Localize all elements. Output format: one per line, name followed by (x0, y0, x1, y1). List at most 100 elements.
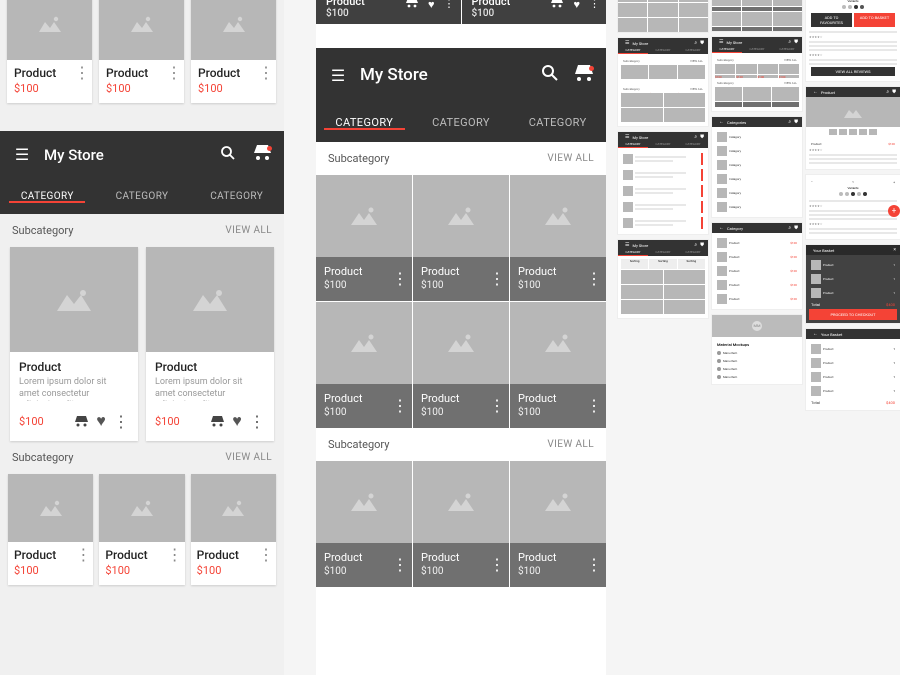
category-tab[interactable]: CATEGORY (413, 116, 510, 129)
image-placeholder-icon (10, 247, 138, 352)
mini-review-list[interactable]: ☰My Store⌕⛊ CATEGORYCATEGORYCATEGORY (618, 132, 708, 234)
product-price: $100 (105, 564, 178, 577)
more-options-icon[interactable]: ⋮ (444, 0, 455, 10)
product-card[interactable]: Product$100⋮ (316, 461, 412, 587)
product-card[interactable]: Product $100 ♥ ⋮ (316, 0, 461, 24)
image-placeholder-icon (510, 461, 606, 543)
more-options-icon[interactable]: ⋮ (258, 68, 274, 78)
more-options-icon[interactable]: ⋮ (586, 269, 602, 288)
cart-icon[interactable] (574, 65, 594, 85)
product-card[interactable]: Product$100⋮ (510, 461, 606, 587)
view-all-link[interactable]: VIEW ALL (547, 439, 594, 450)
product-card[interactable]: Product Lorem ipsum dolor sit amet conse… (146, 247, 274, 441)
app-bar: ☰ My Store (316, 48, 606, 102)
favourite-icon[interactable]: ♥ (93, 411, 109, 431)
more-options-icon[interactable]: ⋮ (392, 269, 408, 288)
more-options-icon[interactable]: ⋮ (589, 0, 600, 10)
mini-basket-light[interactable]: ←Your Basket Product1 Product1 Product1 … (806, 329, 900, 410)
mini-product-variants[interactable]: −1+ Variants ★★★★☆ ★★★★☆ + (806, 175, 900, 239)
basket-title: Your Basket (810, 248, 890, 253)
product-card[interactable]: Product $100 ⋮ (191, 0, 276, 103)
search-icon[interactable] (540, 64, 560, 86)
product-card[interactable]: Product $100 ⋮ (7, 0, 92, 103)
product-card[interactable]: Product$100⋮ (316, 302, 412, 428)
more-options-icon[interactable]: ⋮ (489, 269, 505, 288)
image-placeholder-icon (7, 0, 92, 60)
product-card[interactable]: Product$100⋮ (413, 461, 509, 587)
more-options-icon[interactable]: ⋮ (392, 396, 408, 415)
product-price: $100 (14, 564, 87, 577)
mini-subcategory: Subcategory (623, 59, 640, 63)
mini-drawer-screen[interactable]: MM Material Mockups Menu Item Menu Item … (712, 315, 802, 384)
more-options-icon[interactable]: ⋮ (249, 412, 265, 431)
product-name: Product (155, 360, 265, 374)
mini-product-title: Product (818, 90, 883, 95)
add-to-cart-icon[interactable] (209, 412, 225, 431)
fab-add-button[interactable]: + (888, 205, 900, 217)
product-card[interactable]: Product$100⋮ (510, 175, 606, 301)
favourite-icon[interactable]: ♥ (428, 0, 435, 11)
product-card[interactable]: Product$100⋮ (510, 302, 606, 428)
image-placeholder-icon (191, 474, 276, 542)
category-tab[interactable]: CATEGORY (95, 191, 190, 202)
mini-categories-screen[interactable]: ←Categories⌕⛊ Category Category Category… (712, 117, 802, 217)
subcategory-header: Subcategory VIEW ALL (316, 142, 606, 175)
mini-store-screen[interactable]: ☰My Store⌕⛊ CATEGORYCATEGORYCATEGORY Sub… (618, 38, 708, 126)
more-options-icon[interactable]: ⋮ (586, 555, 602, 574)
more-options-icon[interactable]: ⋮ (74, 68, 90, 78)
view-all-link[interactable]: VIEW ALL (547, 153, 594, 164)
mini-store-overlay[interactable]: ☰My Store⌕⛊ CATEGORYCATEGORYCATEGORY Sub… (712, 37, 802, 111)
category-tab[interactable]: CATEGORY (0, 191, 95, 202)
category-tab[interactable]: CATEGORY (316, 116, 413, 129)
add-basket-button: ADD TO BASKET (854, 13, 895, 27)
view-all-link[interactable]: VIEW ALL (225, 452, 272, 463)
product-price: $100 (326, 8, 365, 19)
product-price: $100 (14, 82, 85, 95)
menu-icon[interactable]: ☰ (12, 145, 32, 164)
more-options-icon[interactable]: ⋮ (489, 396, 505, 415)
favourite-icon[interactable]: ♥ (573, 0, 580, 11)
mini-product-detail[interactable]: Variants ADD TO FAVOURITESADD TO BASKET … (806, 0, 900, 81)
more-options-icon[interactable]: ⋮ (75, 550, 91, 560)
product-card[interactable]: Product$100⋮ (413, 175, 509, 301)
product-card[interactable]: Product$100⋮ (316, 175, 412, 301)
mini-screens-column: ☰My Store⌕⛊ CATEGORYCATEGORYCATEGORY Sub… (712, 0, 802, 675)
more-options-icon[interactable]: ⋮ (166, 68, 182, 78)
product-description: Lorem ipsum dolor sit amet consectetur a… (19, 377, 129, 401)
product-price: $100 (197, 564, 270, 577)
add-to-cart-icon[interactable] (406, 0, 418, 11)
more-options-icon[interactable]: ⋮ (586, 396, 602, 415)
product-card[interactable]: Product $100 ⋮ (99, 474, 184, 585)
mini-grid-bars[interactable] (712, 0, 802, 31)
category-tabs: CATEGORY CATEGORY CATEGORY (0, 178, 284, 214)
more-options-icon[interactable]: ⋮ (258, 550, 274, 560)
view-all-link[interactable]: VIEW ALL (225, 225, 272, 236)
category-tabs: CATEGORY CATEGORY CATEGORY (316, 102, 606, 142)
mini-store-grid[interactable] (618, 0, 708, 32)
mini-category-products[interactable]: ←Category⌕⛊ Product$100 Product$100 Prod… (712, 223, 802, 309)
mini-tab: CATEGORY (648, 48, 678, 54)
add-to-cart-icon[interactable] (73, 412, 89, 431)
more-options-icon[interactable]: ⋮ (167, 550, 183, 560)
product-card[interactable]: Product $100 ⋮ (99, 0, 184, 103)
more-options-icon[interactable]: ⋮ (489, 555, 505, 574)
image-placeholder-icon (413, 175, 509, 257)
more-options-icon[interactable]: ⋮ (392, 555, 408, 574)
product-card[interactable]: Product $100 ⋮ (8, 474, 93, 585)
search-icon[interactable] (218, 145, 238, 165)
menu-icon[interactable]: ☰ (328, 66, 348, 85)
mini-product-page[interactable]: ←Product⌕⛊ Product$100 ★★★★☆ (806, 87, 900, 169)
product-card[interactable]: Product $100 ♥ ⋮ (462, 0, 607, 24)
more-options-icon[interactable]: ⋮ (113, 412, 129, 431)
favourite-icon[interactable]: ♥ (229, 411, 245, 431)
cart-icon[interactable] (252, 145, 272, 164)
product-card[interactable]: Product Lorem ipsum dolor sit amet conse… (10, 247, 138, 441)
mini-sorting-screen[interactable]: ☰My Store⌕⛊ CATEGORYCATEGORYCATEGORY Sor… (618, 240, 708, 318)
product-card[interactable]: Product$100⋮ (413, 302, 509, 428)
add-to-cart-icon[interactable] (551, 0, 563, 11)
category-tab[interactable]: CATEGORY (509, 116, 606, 129)
product-image (806, 97, 900, 127)
category-tab[interactable]: CATEGORY (189, 191, 284, 202)
mini-basket-dark[interactable]: Your Basket× Product1 Product1 Product1 … (806, 245, 900, 323)
product-card[interactable]: Product $100 ⋮ (191, 474, 276, 585)
